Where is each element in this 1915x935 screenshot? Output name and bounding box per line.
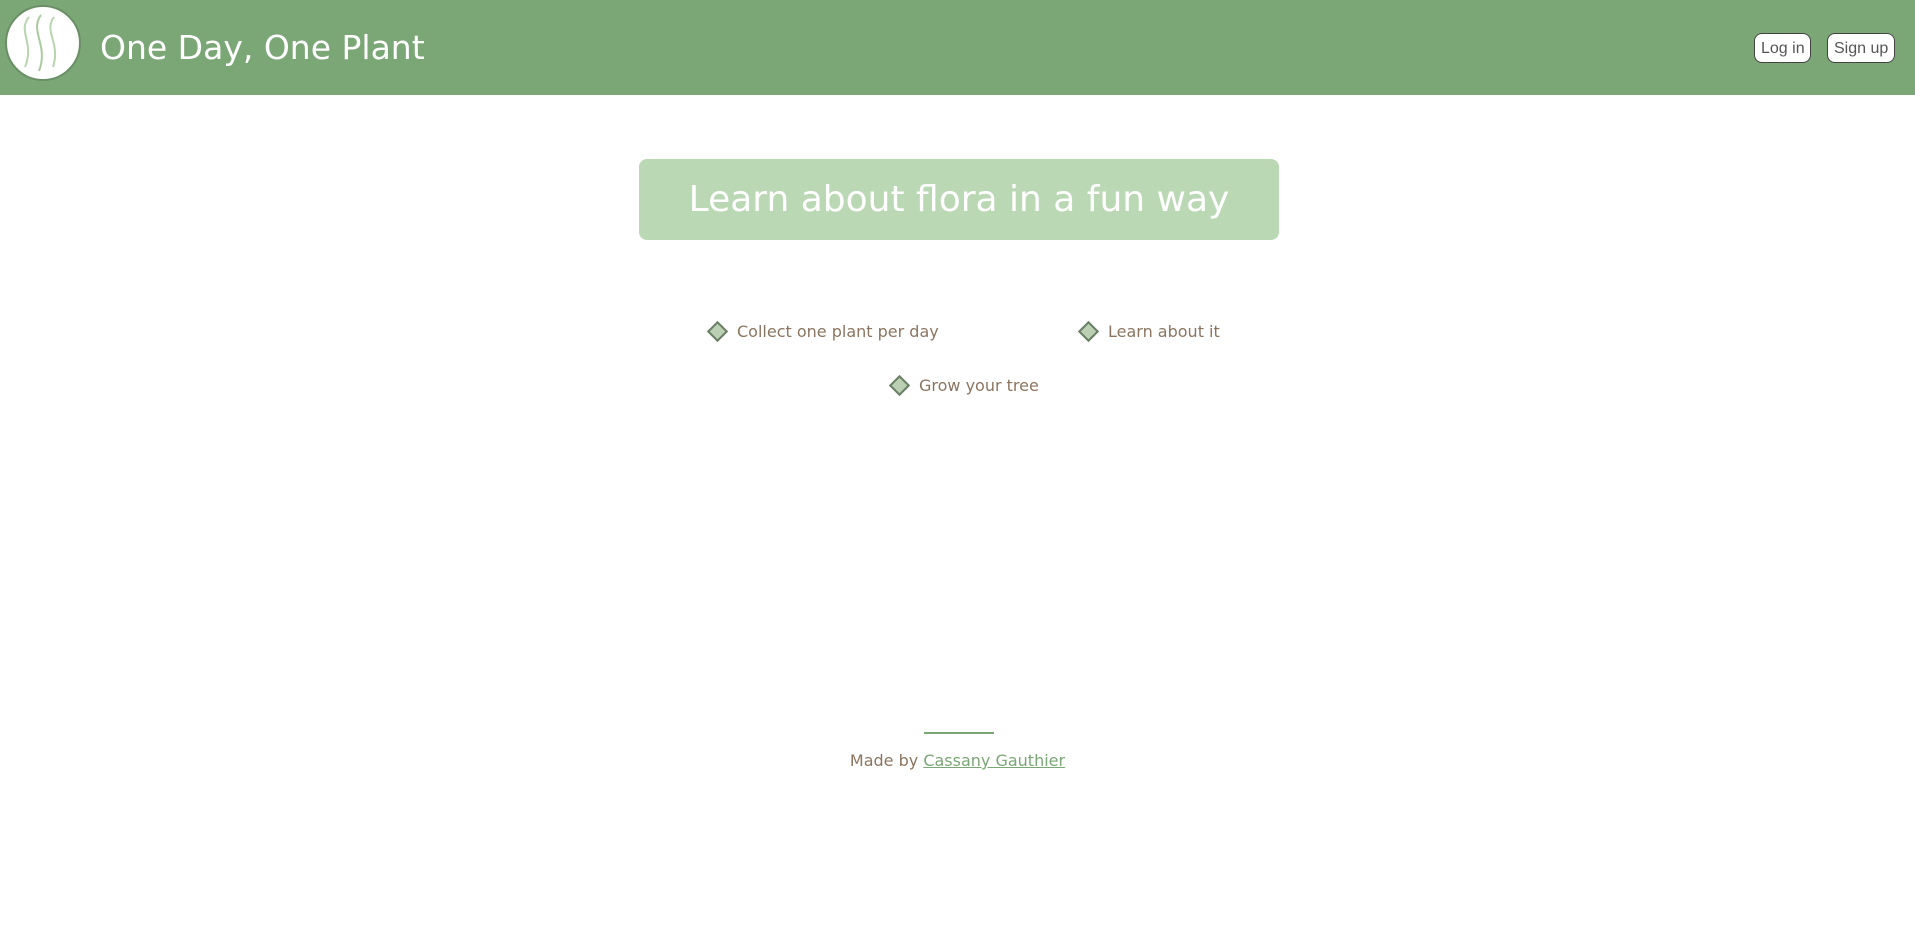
author-link[interactable]: Cassany Gauthier [923,751,1065,770]
diamond-bullet-icon [1077,320,1100,342]
footer-made-by: Made by [849,751,919,770]
feature-label: Learn about it [1108,321,1220,341]
feature-item-collect: Collect one plant per day [705,319,939,343]
site-header: One Day, One Plant Log in Sign up [0,0,1915,95]
diamond-bullet-icon [888,374,911,396]
signup-button[interactable]: Sign up [1827,33,1895,63]
hero-headline: Learn about flora in a fun way [688,179,1230,220]
site-title[interactable]: One Day, One Plant [100,26,425,70]
feature-label: Collect one plant per day [737,321,939,341]
footer: Made by Cassany Gauthier [0,750,1915,772]
diamond-bullet-icon [706,320,729,342]
footer-divider [924,732,994,734]
plant-logo-icon[interactable] [5,5,81,81]
hero-banner: Learn about flora in a fun way [639,159,1279,240]
feature-item-grow: Grow your tree [887,373,1039,397]
feature-label: Grow your tree [919,375,1039,395]
feature-item-learn: Learn about it [1076,319,1220,343]
login-button[interactable]: Log in [1754,33,1811,63]
